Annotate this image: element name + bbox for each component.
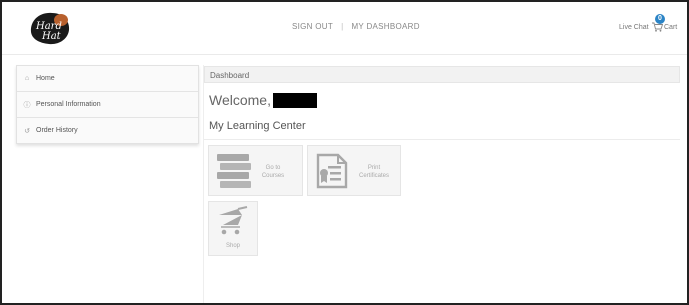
sign-out-link[interactable]: SIGN OUT <box>292 22 333 31</box>
tile-label-line2: Courses <box>261 173 285 179</box>
section-title: My Learning Center <box>209 120 306 132</box>
nav-separator: | <box>341 22 344 31</box>
browser-frame: Hard Hat SIGN OUT | MY DASHBOARD Live Chat… <box>0 0 689 305</box>
tile-label-line2: Certificates <box>358 173 389 179</box>
tile-label-line1: Print <box>367 165 381 171</box>
sidebar-menu: ⌂ Home ⓘ Personal Information ↺ Order Hi… <box>16 65 199 144</box>
cart-icon <box>652 22 663 32</box>
svg-text:Hat: Hat <box>41 31 62 42</box>
hard-hat-logo[interactable]: Hard Hat <box>28 8 72 48</box>
main-content: Dashboard Welcome, My Learning Center Go… <box>203 65 682 303</box>
certificate-icon <box>316 153 348 189</box>
sidebar-item-label: Personal Information <box>36 101 101 108</box>
redacted-username <box>272 92 317 108</box>
sidebar-item-personal-information[interactable]: ⓘ Personal Information <box>17 92 198 118</box>
section-divider <box>204 139 680 140</box>
welcome-message: Welcome, <box>209 92 317 108</box>
sidebar-item-order-history[interactable]: ↺ Order History <box>17 118 198 143</box>
top-navigation: SIGN OUT | MY DASHBOARD <box>292 22 420 31</box>
sidebar-item-label: Order History <box>36 127 78 134</box>
shopping-cart-icon <box>219 206 248 235</box>
go-to-courses-tile[interactable]: Go to Courses <box>208 145 303 196</box>
tile-label-line1: Shop <box>225 243 240 249</box>
books-icon <box>217 154 251 188</box>
shop-tile[interactable]: Shop <box>208 201 258 256</box>
history-icon: ↺ <box>24 127 30 135</box>
home-icon: ⌂ <box>24 75 30 82</box>
my-dashboard-link[interactable]: MY DASHBOARD <box>351 22 419 31</box>
sidebar-item-label: Home <box>36 75 55 82</box>
welcome-text: Welcome, <box>209 92 271 108</box>
live-chat-link[interactable]: Live Chat <box>619 24 649 31</box>
info-icon: ⓘ <box>23 101 31 109</box>
breadcrumb: Dashboard <box>204 66 680 83</box>
sidebar-item-home[interactable]: ⌂ Home <box>17 66 198 92</box>
cart-label: Cart <box>664 24 678 31</box>
print-certificates-tile[interactable]: Print Certificates <box>307 145 401 196</box>
cart-button[interactable]: 0 Cart <box>649 14 685 36</box>
tile-label-line1: Go to <box>265 165 281 171</box>
site-header: Hard Hat SIGN OUT | MY DASHBOARD Live Chat… <box>2 2 687 55</box>
